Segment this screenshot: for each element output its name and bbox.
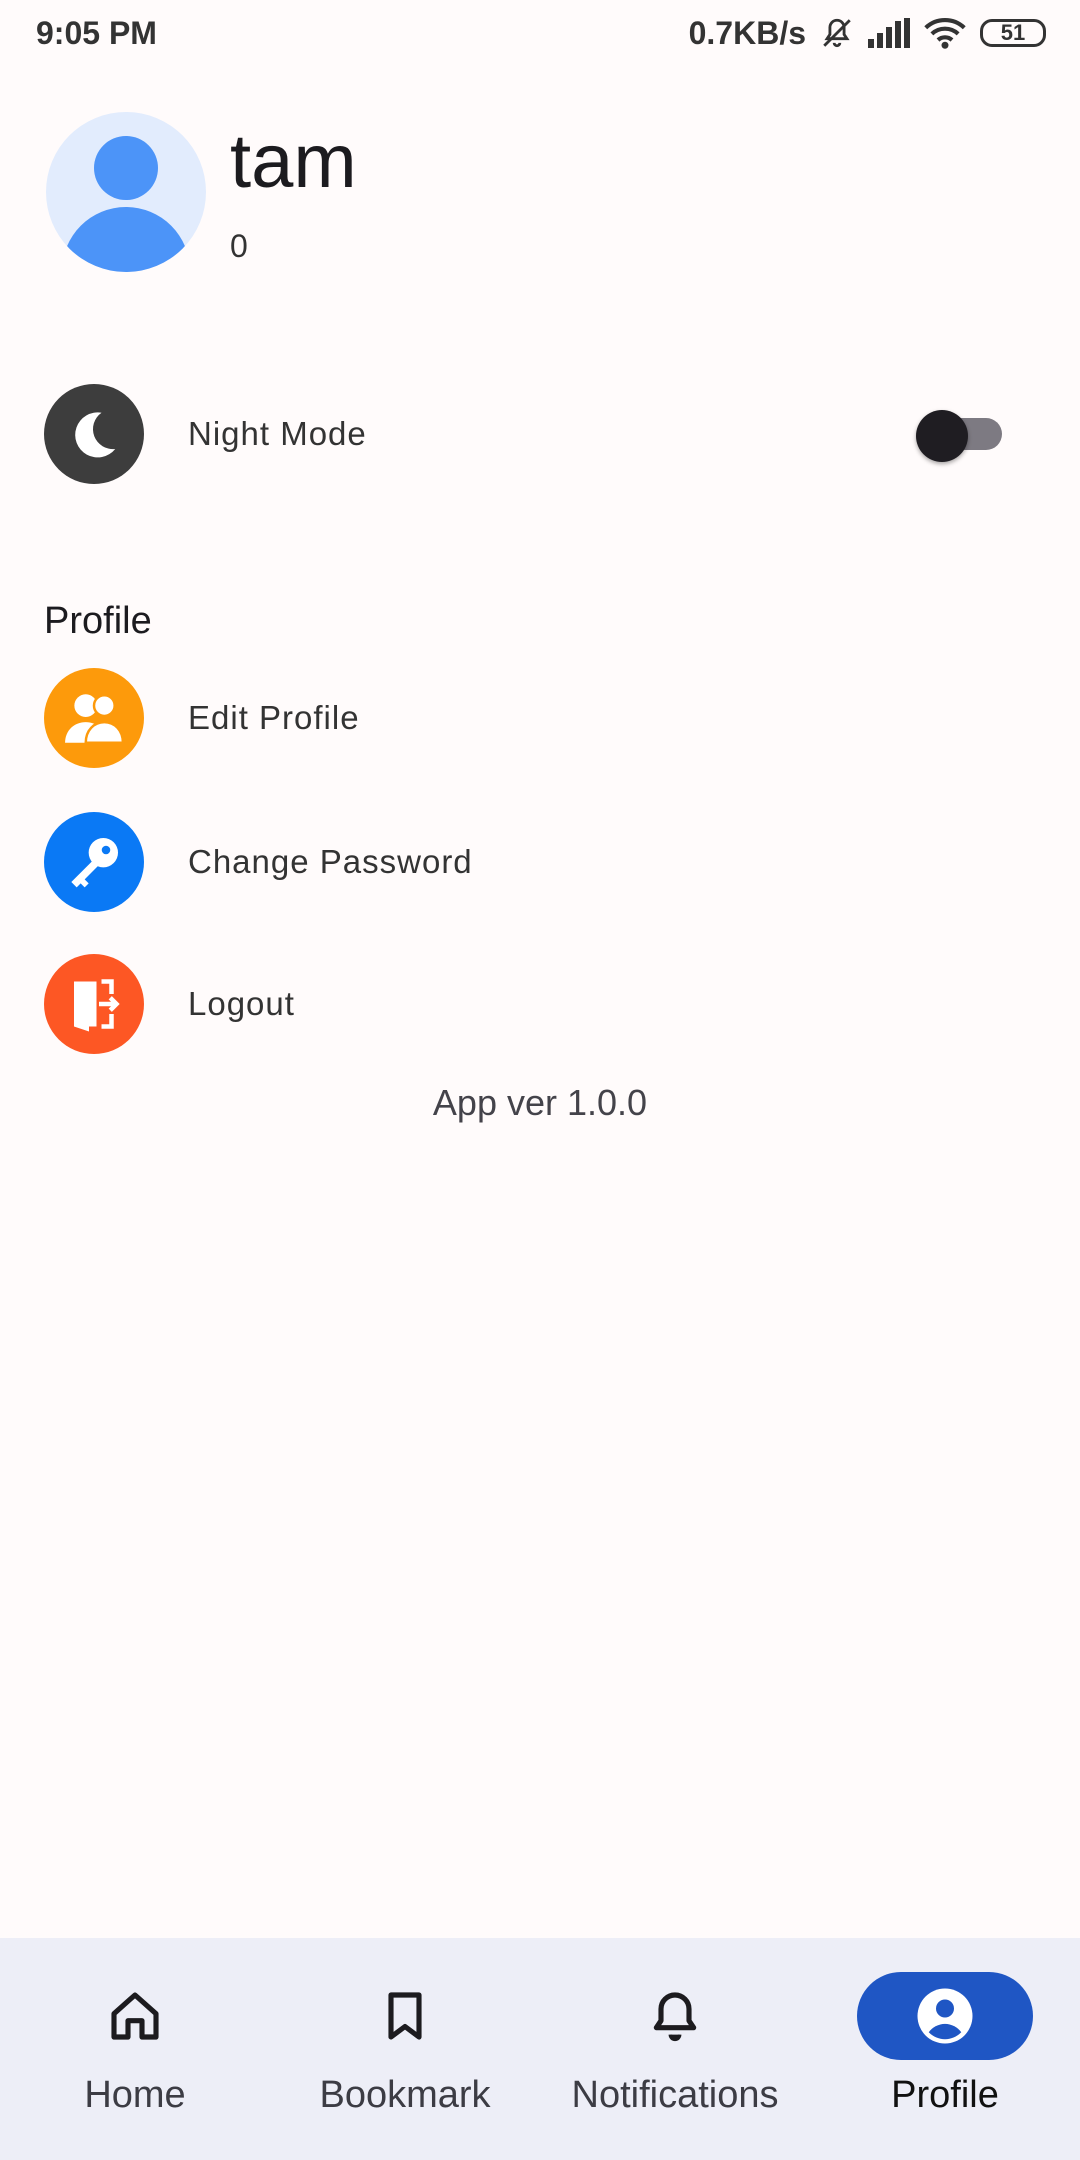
night-mode-row[interactable]: Night Mode	[44, 384, 367, 484]
avatar[interactable]	[46, 112, 206, 272]
app-version: App ver 1.0.0	[432, 1082, 648, 1123]
status-icons: 0.7KB/s 51	[689, 15, 1046, 52]
change-password-row[interactable]: Change Password	[44, 812, 473, 912]
home-icon	[47, 1972, 223, 2060]
avatar-head	[94, 136, 158, 200]
profile-section-title: Profile	[44, 600, 152, 642]
toggle-thumb	[916, 410, 968, 462]
key-icon	[44, 812, 144, 912]
network-speed: 0.7KB/s	[688, 14, 806, 51]
users-icon	[44, 668, 144, 768]
profile-icon	[857, 1972, 1033, 2060]
moon-icon	[44, 384, 144, 484]
nav-label-profile: Profile	[891, 2074, 999, 2116]
nav-label-home: Home	[84, 2074, 186, 2116]
avatar-body	[62, 207, 190, 272]
profile-info: tam 0	[230, 124, 357, 265]
mute-icon	[820, 16, 854, 50]
edit-profile-label: Edit Profile	[188, 699, 360, 736]
signal-icon	[868, 18, 910, 48]
battery-level: 51	[1000, 20, 1026, 45]
nav-item-home[interactable]: Home	[0, 1938, 270, 2160]
profile-screen: 9:05 PM 0.7KB/s 51 tam 0 Night Mode Prof…	[0, 0, 1080, 2160]
user-count: 0	[230, 228, 248, 264]
nav-item-profile[interactable]: Profile	[810, 1938, 1080, 2160]
bottom-navigation: Home Bookmark Notifications Profile	[0, 1938, 1080, 2160]
nav-item-bookmark[interactable]: Bookmark	[270, 1938, 540, 2160]
nav-item-notifications[interactable]: Notifications	[540, 1938, 810, 2160]
change-password-label: Change Password	[188, 843, 473, 880]
night-mode-toggle[interactable]	[914, 404, 1006, 464]
bell-icon	[587, 1972, 763, 2060]
logout-icon	[44, 954, 144, 1054]
battery-icon: 51	[980, 19, 1046, 47]
status-time: 9:05 PM	[36, 14, 157, 51]
user-name: tam	[230, 119, 357, 204]
night-mode-label: Night Mode	[188, 415, 367, 452]
edit-profile-row[interactable]: Edit Profile	[44, 668, 360, 768]
logout-row[interactable]: Logout	[44, 954, 295, 1054]
wifi-icon	[924, 17, 966, 49]
logout-label: Logout	[188, 985, 295, 1022]
nav-label-bookmark: Bookmark	[319, 2074, 491, 2116]
status-bar: 9:05 PM 0.7KB/s 51	[0, 0, 1080, 66]
bookmark-icon	[317, 1972, 493, 2060]
nav-label-notifications: Notifications	[571, 2074, 779, 2116]
profile-header: tam 0	[46, 112, 357, 272]
